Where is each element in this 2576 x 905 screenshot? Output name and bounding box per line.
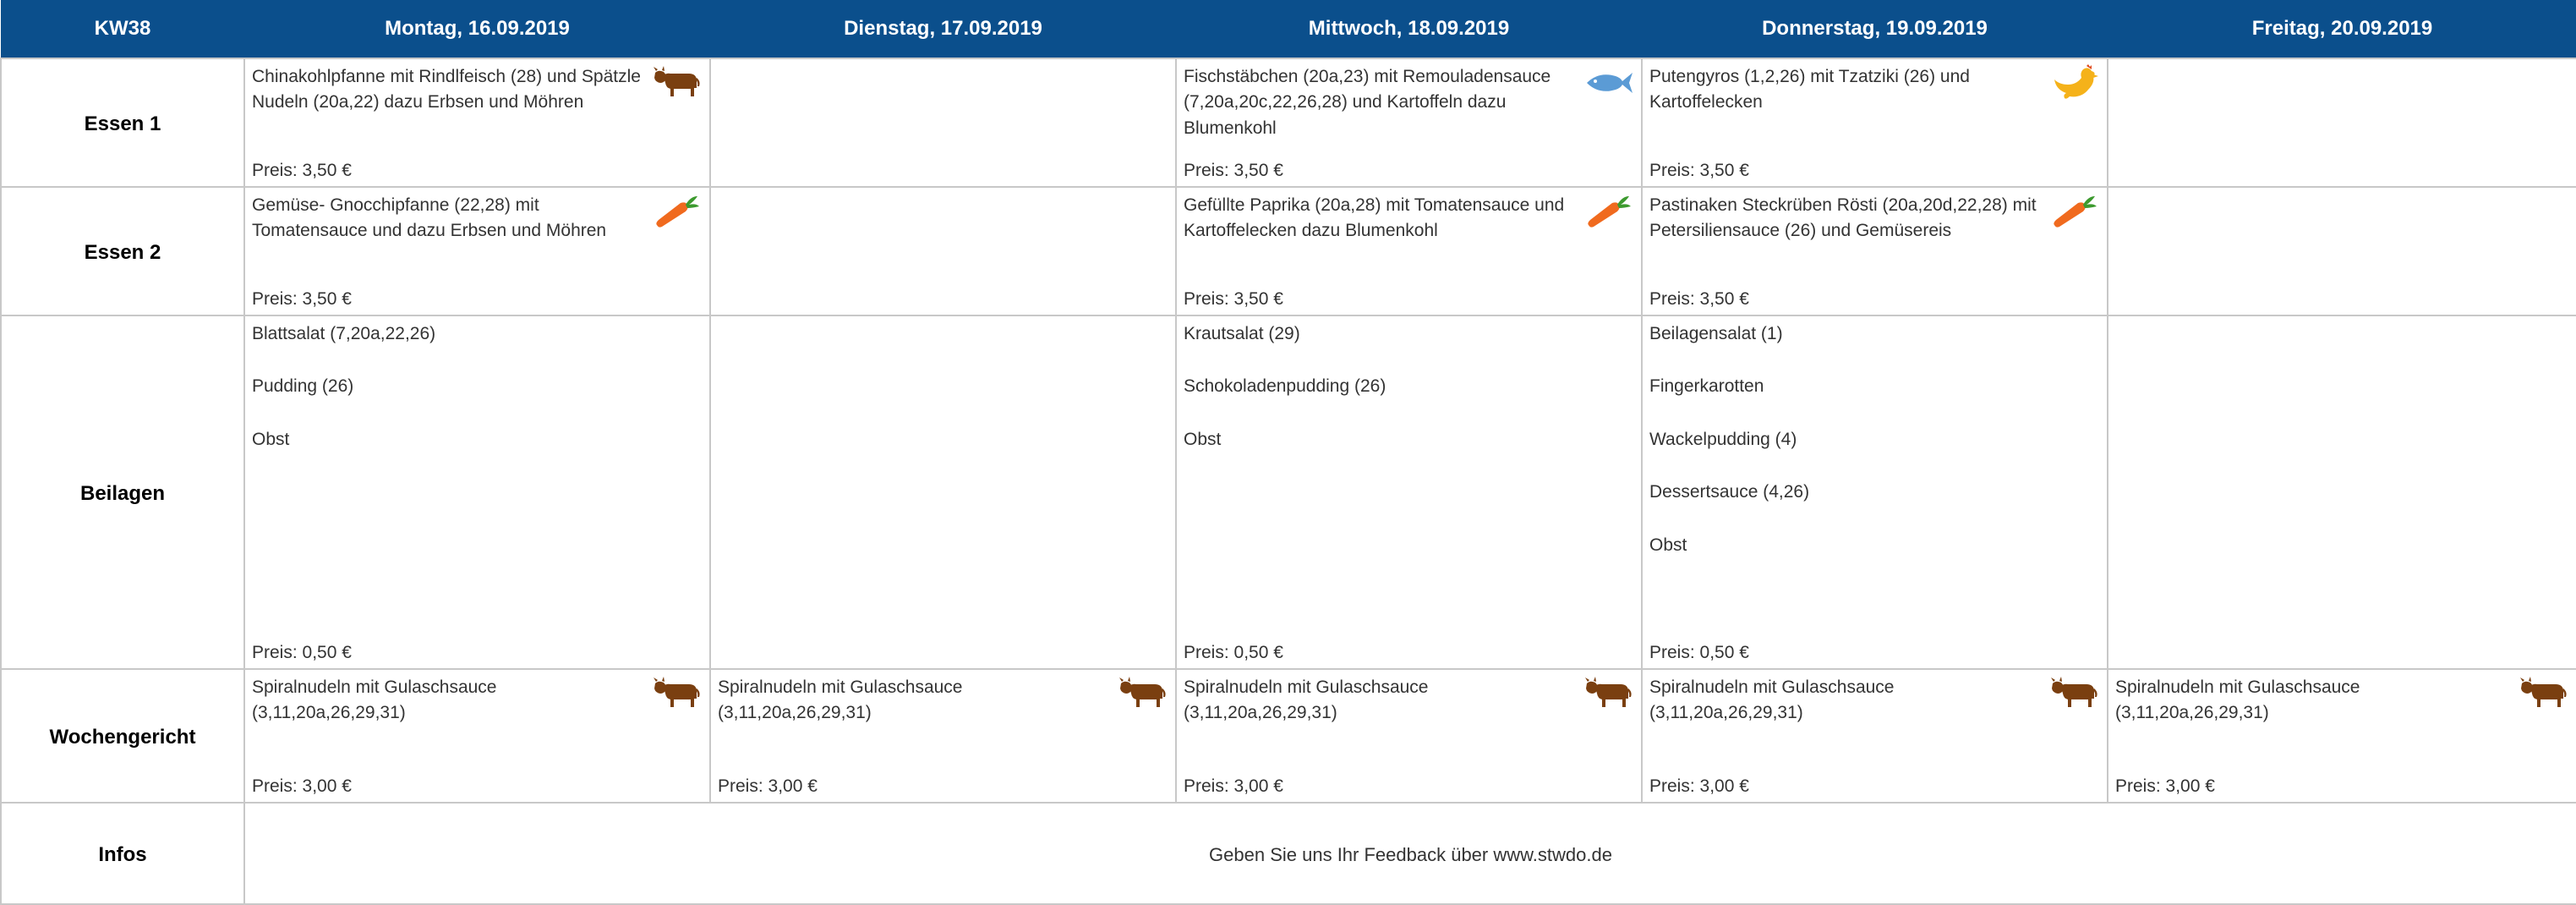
side-dish-item: Pudding (26): [252, 376, 354, 397]
side-dish-list: Blattsalat (7,20a,22,26) Pudding (26) Obst: [252, 321, 703, 452]
menu-cell: Spiralnudeln mit Gulaschsauce (3,11,20a,…: [1175, 668, 1643, 804]
side-dish-item: Wackelpudding (4): [1649, 429, 1797, 449]
row-wochengericht: Wochengericht Spiralnudeln mit Gulaschsa…: [0, 668, 2576, 804]
dish-description: Spiralnudeln mit Gulaschsauce (3,11,20a,…: [2115, 677, 2360, 723]
dish-description: Spiralnudeln mit Gulaschsauce (3,11,20a,…: [718, 677, 963, 723]
dish-description: Spiralnudeln mit Gulaschsauce (3,11,20a,…: [1649, 677, 1895, 723]
row-label-beilagen: Beilagen: [0, 315, 245, 670]
price-label: Preis: 0,50 €: [252, 642, 352, 662]
side-dish-item: Blattsalat (7,20a,22,26): [252, 324, 436, 343]
side-dish-item: Schokoladenpudding (26): [1184, 376, 1386, 397]
row-essen-2: Essen 2 Gemüse- Gnocchipfanne (22,28) mi…: [0, 186, 2576, 316]
menu-cell: Spiralnudeln mit Gulaschsauce (3,11,20a,…: [243, 668, 711, 804]
price-label: Preis: 3,00 €: [2115, 776, 2215, 796]
cow-icon: [1118, 675, 1168, 712]
fish-icon: [1583, 64, 1634, 101]
carrot-icon: [652, 193, 703, 230]
day-header-thursday: Donnerstag, 19.09.2019: [1642, 0, 2108, 58]
side-dish-item: Fingerkarotten: [1649, 376, 1764, 397]
menu-cell: Chinakohlpfanne mit Rindlfeisch (28) und…: [243, 58, 711, 188]
menu-cell: Spiralnudeln mit Gulaschsauce (3,11,20a,…: [1641, 668, 2108, 804]
day-header-tuesday: Dienstag, 17.09.2019: [710, 0, 1176, 58]
day-header-friday: Freitag, 20.09.2019: [2108, 0, 2576, 58]
side-dish-list: Beilagensalat (1) Fingerkarotten Wackelpud…: [1649, 321, 2100, 558]
header-row: KW38 Montag, 16.09.2019 Dienstag, 17.09.…: [1, 0, 2576, 58]
cow-icon: [652, 675, 703, 712]
row-label-essen-2: Essen 2: [0, 186, 245, 316]
menu-cell: Spiralnudeln mit Gulaschsauce (3,11,20a,…: [2107, 668, 2576, 804]
row-label-essen-1: Essen 1: [0, 58, 245, 188]
dish-description: Gefüllte Paprika (20a,28) mit Tomatensau…: [1184, 195, 1565, 241]
menu-cell: Fischstäbchen (20a,23) mit Remouladensau…: [1175, 58, 1643, 188]
dish-description: Gemüse- Gnocchipfanne (22,28) mit Tomate…: [252, 195, 607, 241]
cow-icon: [2519, 675, 2569, 712]
chicken-icon: [2049, 64, 2100, 101]
dish-description: Spiralnudeln mit Gulaschsauce (3,11,20a,…: [252, 677, 497, 723]
price-label: Preis: 3,50 €: [1184, 160, 1283, 180]
menu-cell: Gemüse- Gnocchipfanne (22,28) mit Tomate…: [243, 186, 711, 316]
side-dish-item: Obst: [1649, 535, 1687, 555]
beilagen-cell: Beilagensalat (1) Fingerkarotten Wackelpud…: [1641, 315, 2108, 670]
row-essen-1: Essen 1 Chinakohlpfanne mit Rindlfeisch …: [0, 58, 2576, 188]
dish-description: Putengyros (1,2,26) mit Tzatziki (26) un…: [1649, 67, 1970, 112]
price-label: Preis: 3,50 €: [1184, 288, 1283, 309]
beilagen-cell: [2107, 315, 2576, 670]
menu-cell: [709, 58, 1177, 188]
price-label: Preis: 3,00 €: [252, 776, 352, 796]
menu-cell: [709, 186, 1177, 316]
price-label: Preis: 3,00 €: [1649, 776, 1749, 796]
side-dish-item: Obst: [252, 429, 290, 449]
side-dish-list: Krautsalat (29) Schokoladenpudding (26) Ob…: [1184, 321, 1634, 452]
feedback-text: Geben Sie uns Ihr Feedback über www.stwd…: [1209, 844, 1612, 866]
side-dish-item: Krautsalat (29): [1184, 324, 1300, 343]
cow-icon: [652, 64, 703, 101]
price-label: Preis: 3,50 €: [252, 288, 352, 309]
side-dish-item: Dessertsauce (4,26): [1649, 482, 1810, 502]
menu-cell: Gefüllte Paprika (20a,28) mit Tomatensau…: [1175, 186, 1643, 316]
dish-description: Fischstäbchen (20a,23) mit Remouladensau…: [1184, 67, 1551, 138]
menu-cell: Putengyros (1,2,26) mit Tzatziki (26) un…: [1641, 58, 2108, 188]
row-label-wochengericht: Wochengericht: [0, 668, 245, 804]
carrot-icon: [2049, 193, 2100, 230]
row-beilagen: Beilagen Blattsalat (7,20a,22,26) Pudding…: [0, 315, 2576, 670]
dish-description: Chinakohlpfanne mit Rindlfeisch (28) und…: [252, 67, 641, 112]
dish-description: Pastinaken Steckrüben Rösti (20a,20d,22,…: [1649, 195, 2037, 241]
side-dish-item: Beilagensalat (1): [1649, 324, 1783, 343]
day-header-wednesday: Mittwoch, 18.09.2019: [1176, 0, 1642, 58]
menu-cell: Spiralnudeln mit Gulaschsauce (3,11,20a,…: [709, 668, 1177, 804]
row-label-infos: Infos: [0, 802, 245, 905]
price-label: Preis: 3,50 €: [1649, 288, 1749, 309]
menu-table: KW38 Montag, 16.09.2019 Dienstag, 17.09.…: [0, 0, 2576, 905]
price-label: Preis: 0,50 €: [1184, 642, 1283, 662]
menu-cell: [2107, 58, 2576, 188]
side-dish-item: Obst: [1184, 429, 1222, 449]
menu-cell: [2107, 186, 2576, 316]
beilagen-cell: Krautsalat (29) Schokoladenpudding (26) Ob…: [1175, 315, 1643, 670]
carrot-icon: [1583, 193, 1634, 230]
menu-cell: Pastinaken Steckrüben Rösti (20a,20d,22,…: [1641, 186, 2108, 316]
beilagen-cell: Blattsalat (7,20a,22,26) Pudding (26) Obst…: [243, 315, 711, 670]
price-label: Preis: 0,50 €: [1649, 642, 1749, 662]
dish-description: Spiralnudeln mit Gulaschsauce (3,11,20a,…: [1184, 677, 1429, 723]
row-infos: Infos Geben Sie uns Ihr Feedback über ww…: [0, 802, 2576, 905]
price-label: Preis: 3,00 €: [718, 776, 818, 796]
week-header: KW38: [1, 0, 244, 58]
infos-cell: Geben Sie uns Ihr Feedback über www.stwd…: [243, 802, 2576, 905]
price-label: Preis: 3,50 €: [252, 160, 352, 180]
beilagen-cell: [709, 315, 1177, 670]
day-header-monday: Montag, 16.09.2019: [244, 0, 710, 58]
price-label: Preis: 3,50 €: [1649, 160, 1749, 180]
cow-icon: [1583, 675, 1634, 712]
price-label: Preis: 3,00 €: [1184, 776, 1283, 796]
cow-icon: [2049, 675, 2100, 712]
